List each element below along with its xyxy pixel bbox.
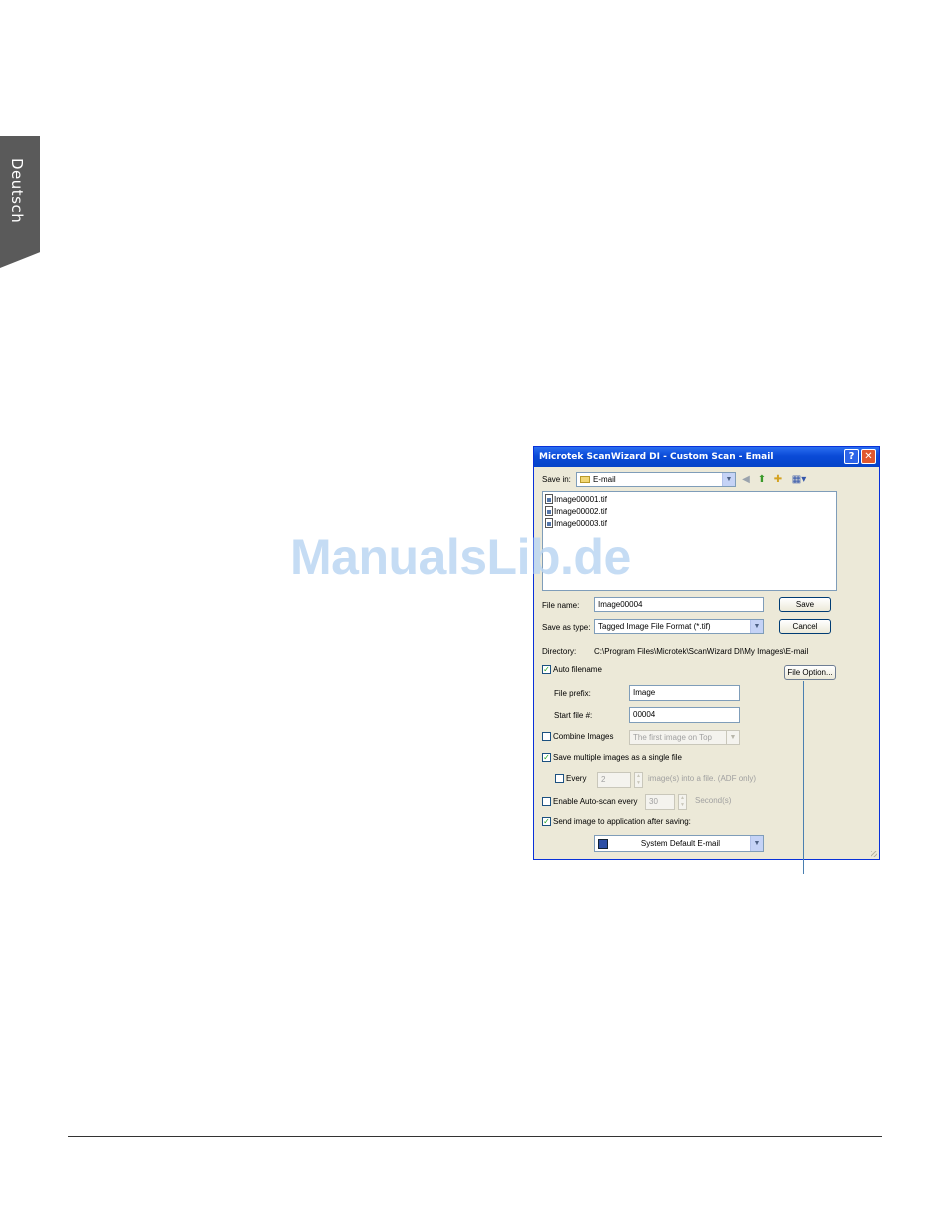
callout-line [803,681,804,874]
footer-rule [68,1136,882,1137]
send-image-checkbox[interactable]: ✓ [542,817,551,826]
auto-filename-checkbox[interactable]: ✓ [542,665,551,674]
every-label: Every [566,774,587,783]
chevron-down-icon[interactable]: ▼ [726,731,739,744]
file-list[interactable]: Image00001.tif Image00002.tif Image00003… [542,491,837,591]
dialog-title: Microtek ScanWizard DI - Custom Scan - E… [539,452,774,462]
directory-value: C:\Program Files\Microtek\ScanWizard DI\… [594,647,809,656]
application-dropdown[interactable]: System Default E-mail ▼ [594,835,764,852]
up-folder-icon[interactable]: ⬆ [756,474,768,486]
file-prefix-label: File prefix: [554,689,591,698]
chevron-down-icon[interactable]: ▼ [722,473,735,486]
auto-scan-checkbox[interactable] [542,797,551,806]
chevron-down-icon[interactable]: ▼ [750,620,763,633]
application-value: System Default E-mail [640,839,721,848]
combine-images-checkbox[interactable] [542,732,551,741]
auto-scan-spinner[interactable]: ▲ ▼ [678,794,687,810]
file-prefix-input[interactable]: Image [629,685,740,701]
email-app-icon [598,839,608,849]
auto-scan-suffix: Second(s) [695,796,732,805]
auto-scan-input[interactable]: 30 [645,794,675,810]
save-dialog: Microtek ScanWizard DI - Custom Scan - E… [533,446,880,860]
tif-file-icon [545,518,553,528]
auto-scan-label: Enable Auto-scan every [553,797,638,806]
back-icon[interactable]: ◀ [740,474,752,486]
list-item[interactable]: Image00002.tif [545,506,607,518]
every-input[interactable]: 2 [597,772,631,788]
file-name-input[interactable]: Image00004 [594,597,764,612]
list-item[interactable]: Image00003.tif [545,518,607,530]
file-name-label: File name: [542,601,580,610]
language-tab: Deutsch [0,136,40,268]
new-folder-icon[interactable]: ✚ [772,474,784,486]
save-button[interactable]: Save [779,597,831,612]
resize-grip[interactable] [871,851,877,857]
file-option-button[interactable]: File Option... [784,665,836,680]
start-file-label: Start file #: [554,711,593,720]
tif-file-icon [545,506,553,516]
list-item[interactable]: Image00001.tif [545,494,607,506]
close-icon[interactable]: ✕ [861,449,876,464]
view-menu-icon[interactable]: ▦▾ [790,474,808,486]
combine-images-label: Combine Images [553,732,614,741]
save-in-label: Save in: [542,475,571,484]
save-as-type-dropdown[interactable]: Tagged Image File Format (*.tif) ▼ [594,619,764,634]
save-in-dropdown[interactable]: E-mail ▼ [576,472,736,487]
save-in-value: E-mail [593,475,616,484]
combine-images-value: The first image on Top [633,733,713,742]
chevron-down-icon[interactable]: ▼ [750,836,763,851]
every-spinner[interactable]: ▲ ▼ [634,772,643,788]
start-file-input[interactable]: 00004 [629,707,740,723]
send-image-label: Send image to application after saving: [553,817,691,826]
every-suffix: image(s) into a file. (ADF only) [648,774,757,783]
save-as-type-label: Save as type: [542,623,591,632]
every-checkbox[interactable] [555,774,564,783]
folder-icon [580,476,590,483]
combine-images-dropdown[interactable]: The first image on Top ▼ [629,730,740,745]
directory-label: Directory: [542,647,577,656]
tif-file-icon [545,494,553,504]
help-icon[interactable]: ? [844,449,859,464]
dialog-titlebar[interactable]: Microtek ScanWizard DI - Custom Scan - E… [534,447,879,467]
auto-filename-label: Auto filename [553,665,602,674]
cancel-button[interactable]: Cancel [779,619,831,634]
save-multiple-checkbox[interactable]: ✓ [542,753,551,762]
save-multiple-label: Save multiple images as a single file [553,753,682,762]
language-tab-label: Deutsch [8,158,26,224]
save-as-type-value: Tagged Image File Format (*.tif) [598,622,711,631]
